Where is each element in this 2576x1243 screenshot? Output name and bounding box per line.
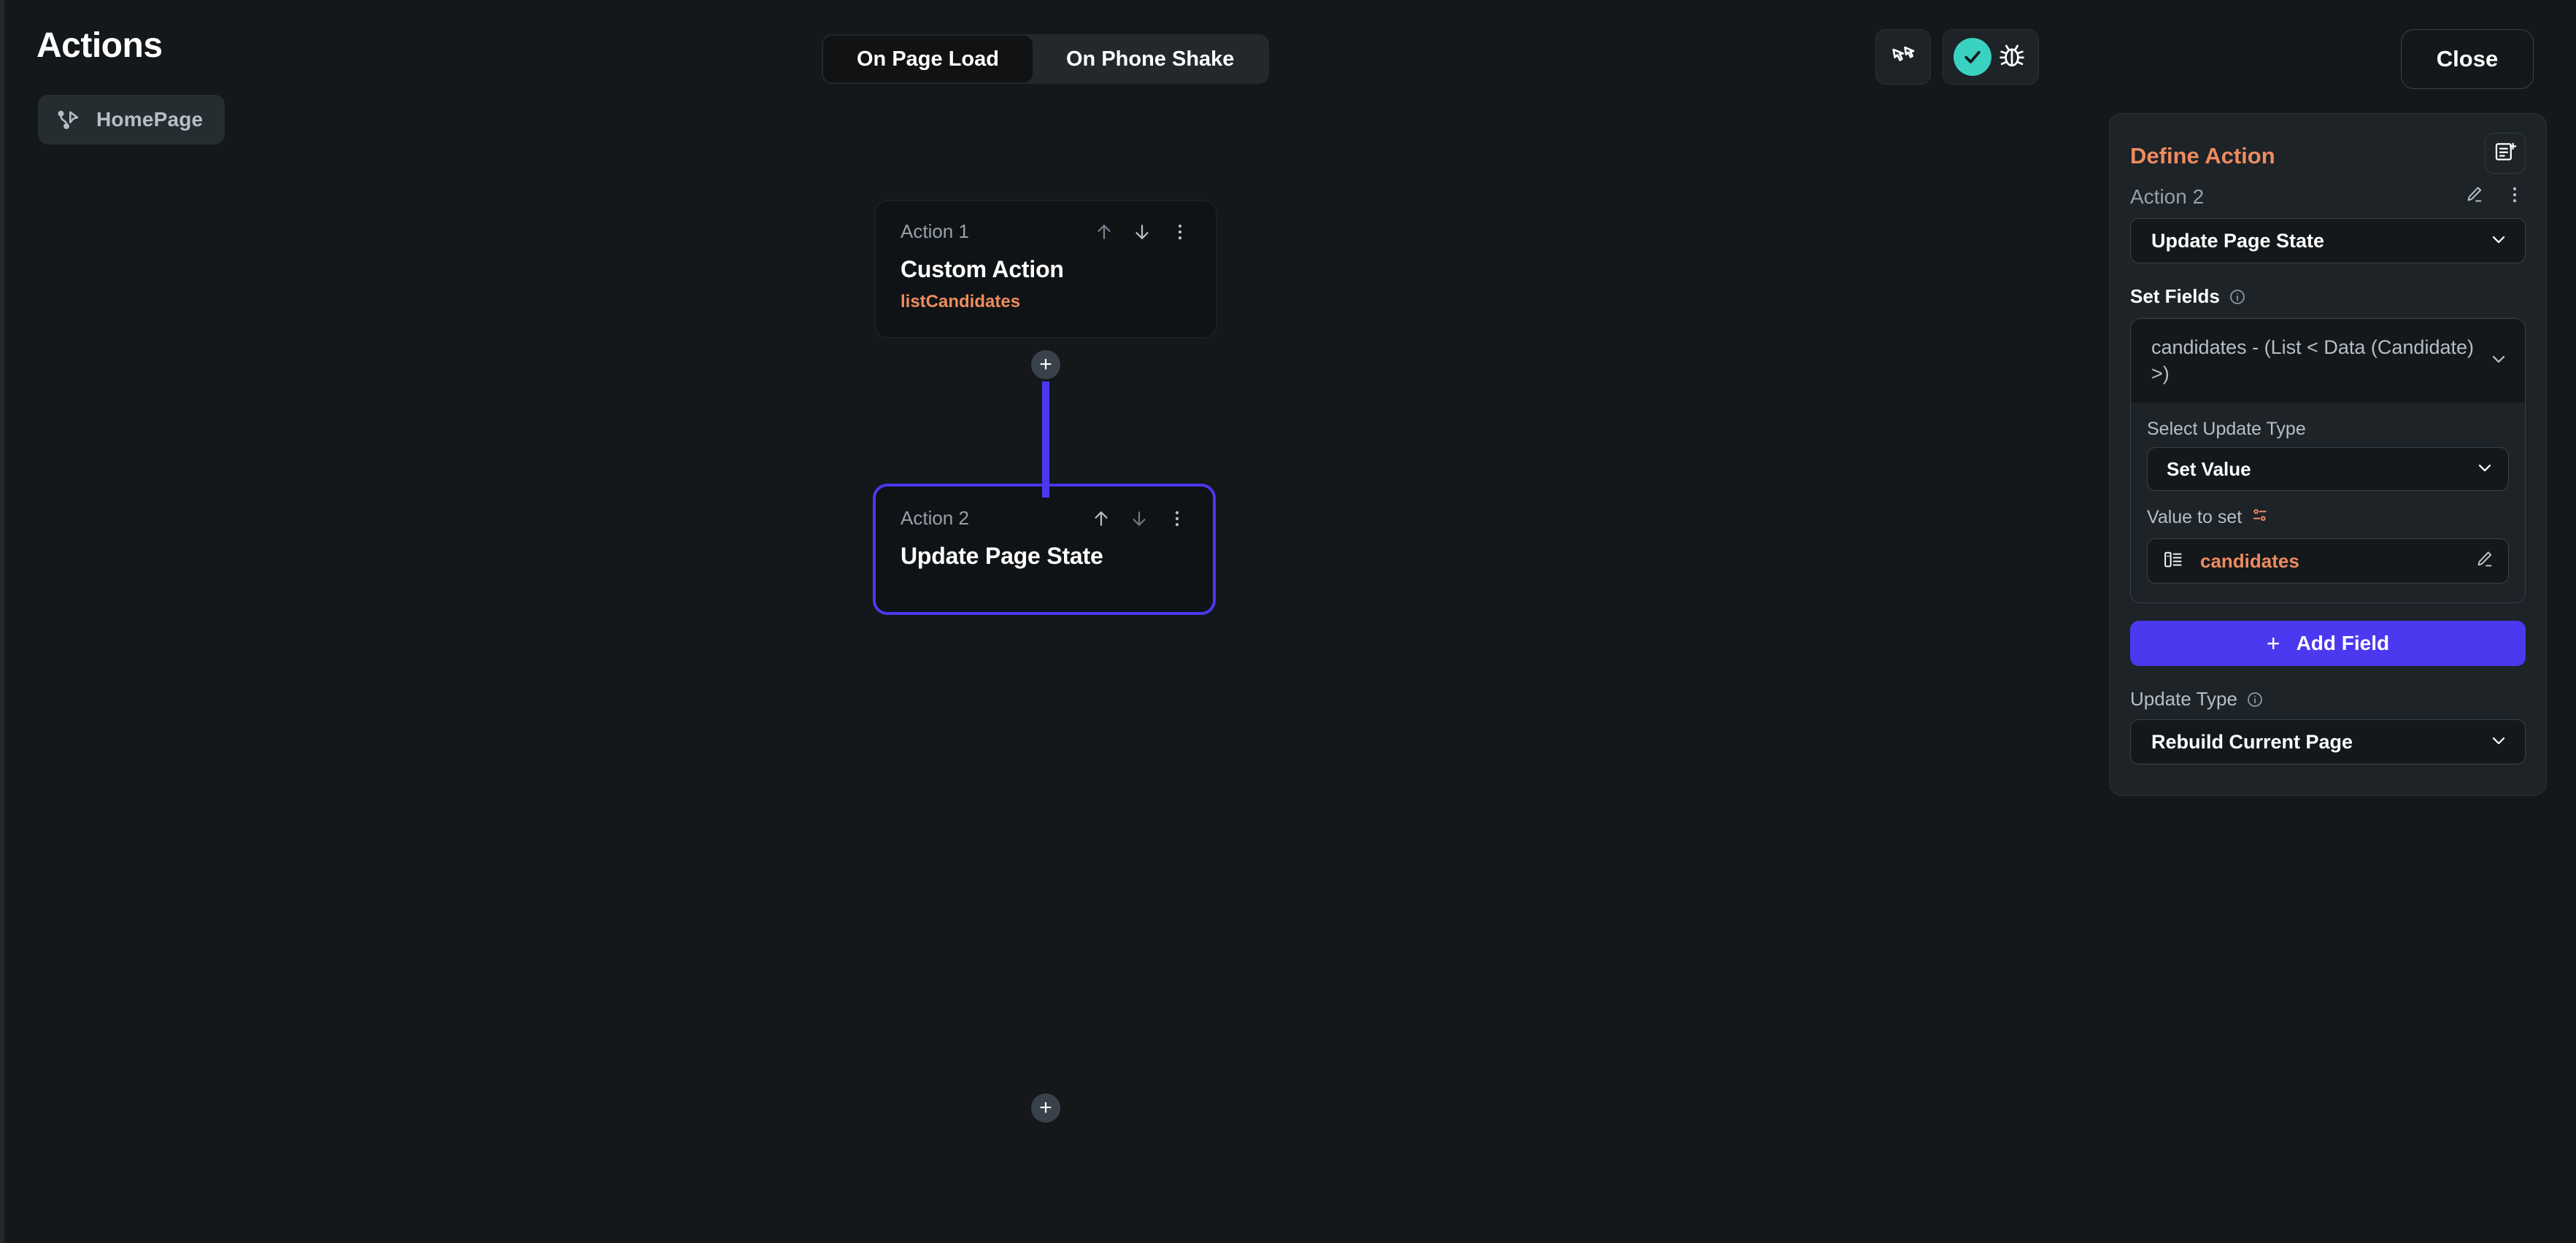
add-note-button[interactable] [2485,133,2526,174]
add-field-label: Add Field [2296,632,2390,655]
update-type-value: Rebuild Current Page [2151,730,2353,753]
close-button[interactable]: Close [2401,29,2534,89]
select-update-type-select[interactable]: Set Value [2147,447,2509,492]
select-update-type-label: Select Update Type [2147,419,2509,440]
add-action-below-1-button[interactable]: + [1029,348,1063,382]
set-fields-text: Set Fields [2130,285,2220,307]
chevron-down-icon [2480,730,2509,754]
field-name-select[interactable]: candidates - (List < Data (Candidate) >) [2131,319,2525,403]
action-node-1-wrap: Action 1 Custom Action listCandidates + [874,200,1217,382]
action-type-select[interactable]: Update Page State [2130,218,2526,263]
app-root: Actions HomePage On Page Load On Phone S… [0,0,2576,1243]
pencil-icon[interactable] [2473,549,2495,574]
action-flow-canvas: Action 1 Custom Action listCandidates + … [0,0,2102,1243]
action-node-1[interactable]: Action 1 Custom Action listCandidates [874,200,1217,338]
update-type-label: Update Type [2130,688,2526,710]
action-node-2[interactable]: Action 2 Update Page State [873,484,1216,615]
arrow-down-icon[interactable] [1128,508,1150,530]
panel-title: Define Action [2130,143,2275,169]
set-fields-label: Set Fields [2130,285,2526,308]
pencil-icon[interactable] [2463,184,2485,209]
plus-icon: + [2266,630,2280,657]
arrow-up-icon[interactable] [1090,508,1112,530]
set-field-card: candidates - (List < Data (Candidate) >)… [2130,318,2526,604]
info-icon[interactable] [2246,691,2264,708]
value-to-set-value: candidates [2200,549,2299,572]
chevron-down-icon [2466,457,2495,481]
action-node-2-wrap: Action 2 Update Page State + [873,484,1216,1125]
action-node-2-index: Action 2 [901,507,969,529]
add-note-icon [2493,139,2518,168]
chevron-down-icon [2480,229,2509,253]
value-to-set-field[interactable]: candidates [2147,538,2509,584]
variable-icon [2251,506,2270,530]
add-field-button[interactable]: + Add Field [2130,621,2526,667]
update-type-select[interactable]: Rebuild Current Page [2130,719,2526,765]
more-vertical-icon[interactable] [1166,508,1188,530]
more-vertical-icon[interactable] [2504,184,2526,209]
select-update-type-text: Select Update Type [2147,419,2306,440]
chevron-down-icon [2480,349,2509,373]
info-icon[interactable] [2229,288,2246,306]
select-update-type-value: Set Value [2167,457,2251,480]
define-action-panel: Define Action Action 2 Update Page State… [2109,113,2547,797]
update-type-text: Update Type [2130,688,2237,710]
value-to-set-text: Value to set [2147,507,2243,528]
more-vertical-icon[interactable] [1169,221,1191,243]
add-action-below-2-button[interactable]: + [1029,1091,1063,1125]
action-node-1-subtitle: listCandidates [901,292,1021,311]
value-to-set-label: Value to set [2147,506,2509,530]
arrow-down-icon[interactable] [1131,221,1153,243]
action-node-2-title: Update Page State [901,543,1103,569]
action-type-value: Update Page State [2151,229,2325,252]
action-node-1-index: Action 1 [901,220,969,242]
field-name-value: candidates - (List < Data (Candidate) >) [2151,336,2474,384]
action-node-1-title: Custom Action [901,256,1064,282]
arrow-up-icon[interactable] [1093,221,1115,243]
panel-action-label: Action 2 [2130,185,2205,208]
data-type-icon [2162,549,2184,574]
